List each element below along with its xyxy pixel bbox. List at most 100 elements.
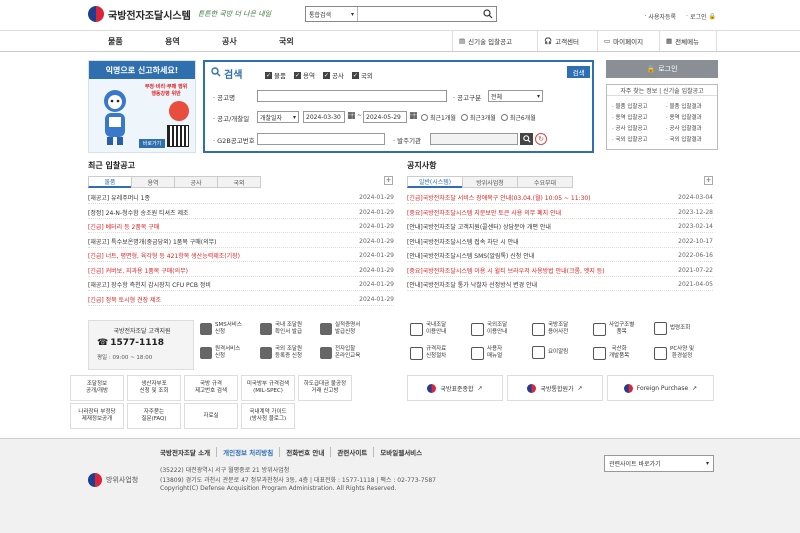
banner-go-button[interactable]: 바로가기 [139,139,165,148]
service-link[interactable]: PC사양 및 환경설정 [654,346,694,360]
site-logo[interactable]: 국방전자조달시스템 튼튼한 국방 더 나은 내일 [88,6,271,22]
quick-goods-bid[interactable]: · 물품 입찰공고 [612,102,648,110]
bids-more-button[interactable]: + [384,176,393,185]
check-construction[interactable]: ✓ 공사 [322,70,344,80]
banner-defense-standard[interactable]: 국방표준종합 ↗ [407,375,503,401]
info-link[interactable]: 생산자부포 신청 및 조회 [127,375,181,401]
report-banner[interactable]: 익명으로 신고하세요! 부정·비리·부패 행위 행동강령 위반 바로가기 [88,60,196,153]
table-row[interactable]: [안내]국방전자조달 고객지원(콜센터) 상담분야 개편 안내 2023-02-1… [407,221,713,233]
tab-bids-foreign[interactable]: 국외 [217,176,261,188]
check-foreign[interactable]: ✓ 국외 [351,70,373,80]
nav-goods[interactable]: 물품 [108,36,123,47]
table-row[interactable]: [긴급] 커버보, 지과용 1품목 구매(의무) 2024-01-29 [88,265,394,277]
info-link[interactable]: 국방 규격 제고번호 검색 [184,375,238,401]
quick-construction-result[interactable]: · 공사 입찰결과 [666,124,702,132]
login-link[interactable]: · 로그인 🔒 [686,12,716,21]
radio-6months[interactable]: 최근6개월 [500,113,536,122]
search-scope-select[interactable]: 통합검색 ▾ [306,7,358,21]
info-link[interactable]: 국내계약 가이드 (방사청 블로그) [241,403,295,429]
service-link[interactable]: 국외조달 이용안내 [471,322,507,336]
table-row[interactable]: [정정] 24-N-청수함 송조원 티셔츠 제조 2024-01-29 [88,207,394,219]
g2b-number-input[interactable] [257,133,385,145]
nav-service[interactable]: 용역 [165,36,180,47]
search-icon[interactable] [520,133,533,145]
quick-construction-bid[interactable]: · 공사 입찰공고 [612,124,648,132]
table-row[interactable]: [긴급] 정북 토시형 견장 제조 2024-01-29 [88,294,394,306]
service-link[interactable]: 국방조달 용어사전 [532,322,568,336]
nav-newtech-bids[interactable]: ▤ 신기술 입찰공고 [452,31,535,51]
check-service[interactable]: ✓ 용역 [293,70,315,80]
nav-customer-center[interactable]: 🎧 고객센터 [537,31,595,51]
service-link[interactable]: 법령조회 [654,322,690,335]
service-link[interactable]: 국내 조달원 확인서 발급 [260,322,302,336]
table-row[interactable]: [중요]국방전자조달시스템 지문보안 토큰 사용 의무 폐지 안내 2023-12… [407,207,713,219]
search-button[interactable]: 검색 [567,66,590,78]
info-link[interactable]: 하도급대금 불공정 거래 신고방 [298,375,352,401]
radio-3months[interactable]: 최근3개월 [460,113,496,122]
service-link[interactable]: 규격자료 신청절차 [410,346,446,360]
tab-notices-dapa[interactable]: 방위사업청 [462,176,518,188]
table-row[interactable]: [긴급] 베터리 등 2품목 구매 2024-01-29 [88,221,394,233]
notices-more-button[interactable]: + [704,176,713,185]
nav-mypage[interactable]: ▭ 마이페이지 [597,31,657,51]
banner-foreign-purchase[interactable]: Foreign Purchase ↗ [607,375,714,401]
tab-notices-system[interactable]: 일반(시스템) [407,176,463,188]
date-from-input[interactable]: 2024-03-30 [303,111,345,123]
tab-notices-unit[interactable]: 수요부대 [517,176,573,188]
table-row[interactable]: [안내]국방전자조달시스템 접속 차단 시 안내 2022-10-17 [407,236,713,248]
footer-link-related[interactable]: 관련사이트 [331,447,375,457]
calendar-icon[interactable]: ▦ [409,111,418,121]
tab-bids-construction[interactable]: 공사 [174,176,218,188]
table-row[interactable]: [안내]국방전자조달 통가 낙찰자 선정방식 변경 안내 2021-04-05 [407,279,713,291]
service-link[interactable]: 실적증명서 발급신청 [320,322,360,336]
service-link[interactable]: 국내조달 이용안내 [410,322,446,336]
footer-link-intro[interactable]: 국방전자조달 소개 [160,447,218,457]
table-row[interactable]: [재공고] 유레주머니 1종 2024-01-29 [88,192,394,204]
banner-defense-cost[interactable]: 국방통합원가 ↗ [507,375,603,401]
quick-goods-result[interactable]: · 물품 입찰결과 [666,102,702,110]
info-link[interactable]: 자주묻는 질문(FAQ) [127,403,181,429]
table-row[interactable]: [중요]국방전자조달시스템 이용 시 윌티 브라우저 사용방법 안내(크롬, 엣… [407,265,713,277]
date-to-input[interactable]: 2024-05-29 [363,111,407,123]
quick-foreign-bid[interactable]: · 국외 입찰공고 [612,135,648,143]
service-link[interactable]: 사업구조별 품목 [593,322,634,336]
nav-foreign[interactable]: 국외 [279,36,294,47]
footer-link-phone[interactable]: 전화번호 안내 [280,447,332,457]
info-link[interactable]: 조달정보 공개/개방 [70,375,124,401]
info-link[interactable]: 미국방부 규격검색 (MIL-SPEC) [241,375,295,401]
bid-name-input[interactable] [257,90,447,102]
service-link[interactable]: 원격서비스 신청 [200,346,240,360]
info-link[interactable]: 나라장터 부정당 제재정보공개 [70,403,124,429]
search-input[interactable] [358,7,480,21]
footer-link-privacy[interactable]: 개인정보 처리방침 [217,447,281,457]
tab-bids-goods[interactable]: 물품 [88,176,132,188]
table-row[interactable]: [재공고] 특수보온명개(중금당외) 1품목 구매(의무) 2024-01-29 [88,236,394,248]
bid-type-select[interactable]: 전체 ▾ [488,90,543,102]
service-link[interactable]: 국외 조달원 등록증 신청 [260,346,302,360]
quick-service-result[interactable]: · 용역 입찰결과 [666,113,702,121]
service-link[interactable]: 국산화 개발품목 [593,346,629,360]
table-row[interactable]: [긴급] 너트, 평면형, 육각형 등 421항목 생산능력제조(기장) 2024… [88,250,394,262]
related-sites-select[interactable]: 관련사이트 바로가기 ▾ [604,455,714,472]
table-row[interactable]: [재공고] 장수항 측천지 감시장치 CFU PCB 정비 2024-01-29 [88,279,394,291]
tab-bids-service[interactable]: 용역 [131,176,175,188]
login-button[interactable]: 🔒 로그인 [606,60,718,78]
table-row[interactable]: [안내]국방전자조달시스템 SMS(알림톡) 신청 안내 2022-06-16 [407,250,713,262]
service-link[interactable]: 요이알림 [532,346,568,359]
table-row[interactable]: [긴급]국방전자조달 서비스 장애복구 안내(03.04.(월) 10:05 ~… [407,192,713,204]
service-link[interactable]: 전자입찰 온라인교육 [320,346,360,360]
check-goods[interactable]: ✓ 물품 [265,70,286,80]
service-link[interactable]: SMS서비스 신청 [200,322,242,336]
info-link[interactable]: 자료실 [184,403,238,429]
calendar-icon[interactable]: ▦ [347,111,356,121]
reset-icon[interactable]: ↻ [535,133,547,145]
quick-foreign-result[interactable]: · 국외 입찰결과 [666,135,702,143]
search-icon[interactable] [480,7,496,21]
date-type-select[interactable]: 개찰일자 ▾ [257,111,299,123]
register-link[interactable]: · 사용자등록 [645,12,677,21]
quick-service-bid[interactable]: · 용역 입찰공고 [612,113,648,121]
nav-all-menu[interactable]: ▦ 전체메뉴 [659,31,717,51]
org-input[interactable] [430,133,518,145]
footer-link-mobile[interactable]: 모바일웹서비스 [374,447,428,457]
service-link[interactable]: 사용자 매뉴얼 [471,346,502,360]
